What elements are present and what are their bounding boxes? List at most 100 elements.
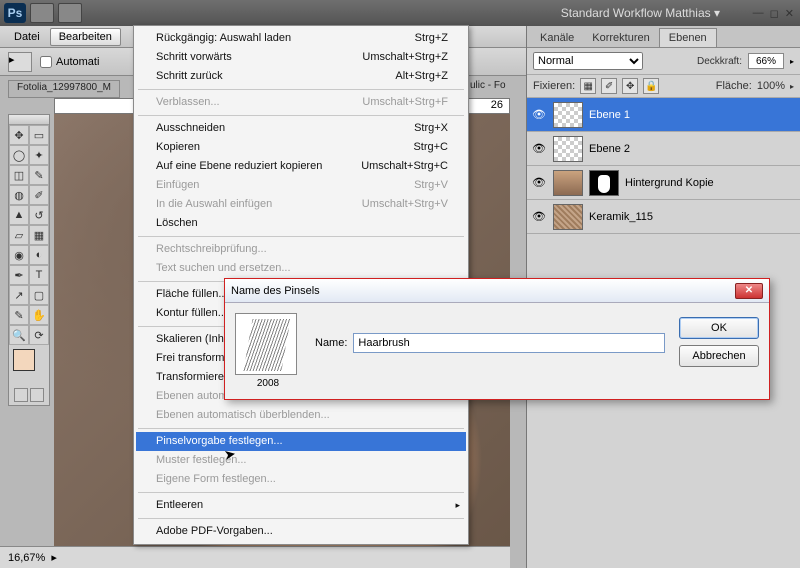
layer-row[interactable]: 👁 Ebene 1 <box>527 98 800 132</box>
dialog-close-button[interactable]: ✕ <box>735 283 763 299</box>
menu-item[interactable]: In die Auswahl einfügenUmschalt+Strg+V <box>136 195 466 214</box>
brush-name-dialog: Name des Pinsels ✕ 2008 Name: OK Abbrech… <box>224 278 770 400</box>
type-tool[interactable]: T <box>29 265 49 285</box>
brush-name-input[interactable] <box>353 333 665 353</box>
layer-thumbnail[interactable] <box>553 204 583 230</box>
lock-pixels-icon[interactable]: ✐ <box>601 78 617 94</box>
menu-item[interactable]: Eigene Form festlegen... <box>136 470 466 489</box>
dialog-title: Name des Pinsels <box>231 285 735 297</box>
menu-datei[interactable]: Datei <box>6 29 48 45</box>
menu-item[interactable]: Rückgängig: Auswahl ladenStrg+Z <box>136 29 466 48</box>
menu-item[interactable]: KopierenStrg+C <box>136 138 466 157</box>
hand-tool[interactable]: ✋ <box>29 305 49 325</box>
menu-item[interactable]: Schritt zurückAlt+Strg+Z <box>136 67 466 86</box>
toolbox: ✥▭ ◯✦ ◫✎ ◍✐ ▲↺ ▱▦ ◉◐ ✒T ↗▢ ✎✋ 🔍⟳ <box>8 114 50 406</box>
menu-item[interactable]: AusschneidenStrg+X <box>136 119 466 138</box>
blur-tool[interactable]: ◉ <box>9 245 29 265</box>
tab-ebenen[interactable]: Ebenen <box>659 28 717 47</box>
layer-thumbnail[interactable] <box>553 136 583 162</box>
stamp-tool[interactable]: ▲ <box>9 205 29 225</box>
history-brush-tool[interactable]: ↺ <box>29 205 49 225</box>
eraser-tool[interactable]: ▱ <box>9 225 29 245</box>
lock-label: Fixieren: <box>533 80 575 92</box>
gradient-tool[interactable]: ▦ <box>29 225 49 245</box>
move-tool[interactable]: ✥ <box>9 125 29 145</box>
foreground-swatch[interactable] <box>13 349 35 371</box>
layer-thumbnail[interactable] <box>553 170 583 196</box>
crop-tool[interactable]: ◫ <box>9 165 29 185</box>
wand-tool[interactable]: ✦ <box>29 145 49 165</box>
layer-name[interactable]: Hintergrund Kopie <box>625 177 714 189</box>
lasso-tool[interactable]: ◯ <box>9 145 29 165</box>
quickmask-mode[interactable] <box>30 388 44 402</box>
marquee-tool[interactable]: ▭ <box>29 125 49 145</box>
menu-item[interactable]: Auf eine Ebene reduziert kopierenUmschal… <box>136 157 466 176</box>
visibility-toggle[interactable]: 👁 <box>531 175 547 191</box>
fill-label: Fläche: <box>716 80 752 92</box>
layer-mask-thumbnail[interactable] <box>589 170 619 196</box>
menu-item[interactable]: EinfügenStrg+V <box>136 176 466 195</box>
minimize-button[interactable]: — <box>753 7 764 20</box>
auto-checkbox[interactable]: Automati <box>40 56 99 68</box>
lock-position-icon[interactable]: ✥ <box>622 78 638 94</box>
menu-item[interactable]: Löschen <box>136 214 466 233</box>
brush-preview <box>235 313 297 375</box>
menu-item[interactable]: Pinselvorgabe festlegen... <box>136 432 466 451</box>
color-swatches[interactable] <box>9 345 49 385</box>
layer-name[interactable]: Keramik_115 <box>589 211 653 223</box>
menu-item[interactable]: Ebenen automatisch überblenden... <box>136 406 466 425</box>
dodge-tool[interactable]: ◐ <box>29 245 49 265</box>
zoom-level[interactable]: 16,67% <box>8 552 45 564</box>
menu-bearbeiten[interactable]: Bearbeiten <box>50 28 121 46</box>
name-label: Name: <box>315 337 347 349</box>
lock-all-icon[interactable]: 🔒 <box>643 78 659 94</box>
layer-name[interactable]: Ebene 1 <box>589 109 630 121</box>
menu-item[interactable]: Schritt vorwärtsUmschalt+Strg+Z <box>136 48 466 67</box>
standard-mode[interactable] <box>14 388 28 402</box>
titlebar: Ps Standard Workflow Matthias ▾ — ◻ ✕ <box>0 0 800 26</box>
menu-item[interactable]: Muster festlegen... <box>136 451 466 470</box>
doc-suffix-label: ulic - Fo <box>470 80 506 91</box>
rotate-tool[interactable]: ⟳ <box>29 325 49 345</box>
menu-item[interactable]: Adobe PDF-Vorgaben... <box>136 522 466 541</box>
maximize-button[interactable]: ◻ <box>770 7 779 20</box>
bridge-button[interactable] <box>30 3 54 23</box>
tab-korrekturen[interactable]: Korrekturen <box>583 29 658 47</box>
layer-name[interactable]: Ebene 2 <box>589 143 630 155</box>
view-button[interactable] <box>58 3 82 23</box>
workspace-switcher[interactable]: Standard Workflow Matthias ▾ <box>561 6 720 20</box>
layers-list: 👁 Ebene 1 👁 Ebene 2 👁 Hintergrund Kopie 👁 Keram… <box>527 98 800 234</box>
opacity-label: Deckkraft: <box>697 56 742 67</box>
menu-item[interactable]: Rechtschreibprüfung... <box>136 240 466 259</box>
pen-tool[interactable]: ✒ <box>9 265 29 285</box>
visibility-toggle[interactable]: 👁 <box>531 107 547 123</box>
brush-size-label: 2008 <box>235 378 301 389</box>
menu-item[interactable]: Text suchen und ersetzen... <box>136 259 466 278</box>
zoom-tool[interactable]: 🔍 <box>9 325 29 345</box>
brush-tool[interactable]: ✐ <box>29 185 49 205</box>
close-button[interactable]: ✕ <box>785 7 794 20</box>
tool-preset-picker[interactable]: ▸ <box>8 52 32 72</box>
layer-thumbnail[interactable] <box>553 102 583 128</box>
notes-tool[interactable]: ✎ <box>9 305 29 325</box>
menu-item[interactable]: Verblassen...Umschalt+Strg+F <box>136 93 466 112</box>
visibility-toggle[interactable]: 👁 <box>531 141 547 157</box>
fill-value[interactable]: 100% <box>757 80 785 92</box>
eyedropper-tool[interactable]: ✎ <box>29 165 49 185</box>
tab-kanaele[interactable]: Kanäle <box>531 29 583 47</box>
blend-mode-select[interactable]: Normal <box>533 52 643 70</box>
lock-transparency-icon[interactable]: ▦ <box>580 78 596 94</box>
layer-row[interactable]: 👁 Hintergrund Kopie <box>527 166 800 200</box>
shape-tool[interactable]: ▢ <box>29 285 49 305</box>
document-tab[interactable]: Fotolia_12997800_M <box>8 80 120 98</box>
toolbox-handle[interactable] <box>9 115 49 125</box>
layer-row[interactable]: 👁 Ebene 2 <box>527 132 800 166</box>
visibility-toggle[interactable]: 👁 <box>531 209 547 225</box>
path-tool[interactable]: ↗ <box>9 285 29 305</box>
heal-tool[interactable]: ◍ <box>9 185 29 205</box>
ok-button[interactable]: OK <box>679 317 759 339</box>
layer-row[interactable]: 👁 Keramik_115 <box>527 200 800 234</box>
menu-item[interactable]: Entleeren <box>136 496 466 515</box>
cancel-button[interactable]: Abbrechen <box>679 345 759 367</box>
opacity-value[interactable]: 66% <box>748 53 784 69</box>
